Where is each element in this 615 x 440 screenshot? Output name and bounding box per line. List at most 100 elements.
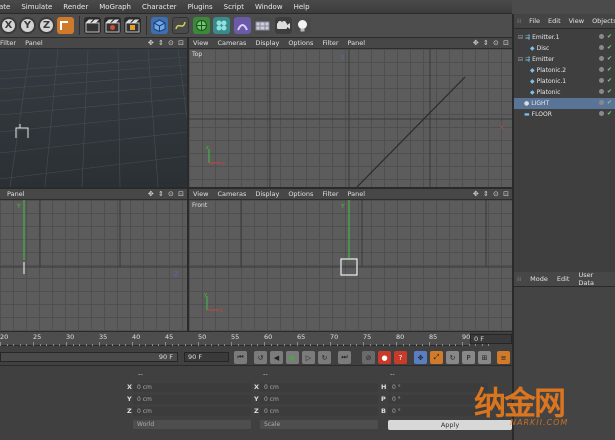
cube-primitive-icon[interactable] [151, 17, 168, 34]
om-menu-view[interactable]: View [569, 17, 584, 25]
front-menu-panel[interactable]: Panel [348, 190, 366, 198]
z-axis-lock-button[interactable]: Z [38, 17, 55, 34]
go-to-end-button[interactable]: ⏭ [338, 351, 351, 364]
top-menu-panel[interactable]: Panel [348, 39, 366, 47]
spline-pen-icon[interactable] [172, 17, 189, 34]
expand-toggle-icon[interactable]: ⊟ [518, 56, 523, 63]
size-x-field[interactable]: 0 cm [260, 383, 378, 392]
object-row-emitter[interactable]: ⊟ ⇶ Emitter ✔ [514, 54, 615, 65]
viewport-navigation-icons[interactable]: ✥ ⇕ ⊙ ⊡ [148, 39, 185, 47]
pos-y-field[interactable]: 0 cm [133, 395, 251, 404]
top-menu-view[interactable]: View [193, 39, 208, 47]
pos-z-field[interactable]: 0 cm [133, 407, 251, 416]
top-menu-display[interactable]: Display [255, 39, 279, 47]
record-position-button[interactable]: ✥ [414, 351, 427, 364]
front-menu-options[interactable]: Options [288, 190, 313, 198]
front-menu-view[interactable]: View [193, 190, 208, 198]
viewport-navigation-icons[interactable]: ✥ ⇕ ⊙ ⊡ [473, 39, 510, 47]
object-visibility-toggles[interactable]: ✔ [599, 78, 612, 84]
panel-grip-icon[interactable]: ⁞⁞ [517, 275, 521, 283]
perspective-viewport[interactable]: Filter Panel ✥ ⇕ ⊙ ⊡ [0, 38, 187, 187]
top-menu-cameras[interactable]: Cameras [217, 39, 246, 47]
render-picture-viewer-icon[interactable] [104, 17, 121, 34]
next-key-button[interactable]: ↻ [318, 351, 331, 364]
timeline-menu-button[interactable]: ≡ [497, 351, 510, 364]
x-axis-lock-button[interactable]: X [0, 17, 17, 34]
object-row-floor[interactable]: ▬ FLOOR ✔ [514, 109, 615, 120]
size-mode-dropdown[interactable]: Scale [260, 420, 378, 429]
menu-character[interactable]: Character [142, 3, 177, 11]
top-menu-options[interactable]: Options [288, 39, 313, 47]
record-active-objects-button[interactable]: ● [378, 351, 391, 364]
perspective-menu-panel[interactable]: Panel [25, 39, 43, 47]
am-menu-user-data[interactable]: User Data [578, 271, 606, 287]
record-scale-button[interactable]: ⤢ [430, 351, 443, 364]
render-view-icon[interactable] [84, 17, 101, 34]
object-row-platonic-1[interactable]: ◆ Platonic.1 ✔ [514, 76, 615, 87]
keyframe-selection-button[interactable]: ⊘ [362, 351, 375, 364]
nurbs-icon[interactable] [193, 17, 210, 34]
perspective-menu-filter[interactable]: Filter [0, 39, 16, 47]
perspective-view-canvas[interactable] [0, 49, 187, 187]
preview-range-slider[interactable]: 90 F [0, 352, 178, 362]
light-bulb-icon[interactable] [294, 17, 311, 34]
play-button[interactable]: ▶ [286, 351, 299, 364]
menu-edit[interactable]: ate [0, 3, 10, 11]
object-visibility-toggles[interactable]: ✔ [599, 100, 612, 106]
menu-render[interactable]: Render [63, 3, 88, 11]
expand-toggle-icon[interactable]: ⊟ [518, 34, 523, 41]
object-visibility-toggles[interactable]: ✔ [599, 89, 612, 95]
array-icon[interactable] [213, 17, 230, 34]
size-z-field[interactable]: 0 cm [260, 407, 378, 416]
menu-script[interactable]: Script [224, 3, 244, 11]
top-menu-filter[interactable]: Filter [322, 39, 338, 47]
viewport-navigation-icons[interactable]: ✥ ⇕ ⊙ ⊡ [148, 190, 185, 198]
object-visibility-toggles[interactable]: ✔ [599, 34, 612, 40]
menu-mograph[interactable]: MoGraph [99, 3, 131, 11]
object-row-platonic[interactable]: ◆ Platonic ✔ [514, 87, 615, 98]
om-menu-edit[interactable]: Edit [548, 17, 561, 25]
right-viewport[interactable]: Panel ✥ ⇕ ⊙ ⊡ Y Z [0, 187, 187, 331]
om-menu-file[interactable]: File [529, 17, 540, 25]
am-menu-mode[interactable]: Mode [530, 275, 548, 283]
floor-scene-icon[interactable] [254, 17, 271, 34]
world-coordinates-icon[interactable] [57, 17, 74, 34]
front-menu-cameras[interactable]: Cameras [217, 190, 246, 198]
render-settings-icon[interactable] [124, 17, 141, 34]
camera-icon[interactable] [275, 17, 292, 34]
object-visibility-toggles[interactable]: ✔ [599, 45, 612, 51]
object-row-disc[interactable]: ◆ Disc ✔ [514, 43, 615, 54]
coordinate-system-dropdown[interactable]: World [133, 420, 251, 429]
object-visibility-toggles[interactable]: ✔ [599, 67, 612, 73]
top-viewport[interactable]: View Cameras Display Options Filter Pane… [187, 38, 512, 187]
object-row-platonic-2[interactable]: ◆ Platonic.2 ✔ [514, 65, 615, 76]
y-axis-lock-button[interactable]: Y [19, 17, 36, 34]
top-view-canvas[interactable]: z x z x [189, 49, 512, 187]
timeline-ruler[interactable]: 20 25 30 35 40 45 50 55 60 65 70 75 80 85 90 [0, 332, 490, 346]
previous-frame-button[interactable]: ◀ [270, 351, 283, 364]
pos-x-field[interactable]: 0 cm [133, 383, 251, 392]
panel-grip-icon[interactable]: ⁞⁞ [517, 17, 521, 25]
front-menu-filter[interactable]: Filter [322, 190, 338, 198]
end-frame-field[interactable]: 90 F [184, 352, 229, 362]
right-menu-panel[interactable]: Panel [7, 190, 25, 198]
size-y-field[interactable]: 0 cm [260, 395, 378, 404]
front-menu-display[interactable]: Display [255, 190, 279, 198]
menu-simulate[interactable]: Simulate [21, 3, 52, 11]
object-row-light[interactable]: ● LIGHT ✔ [514, 98, 615, 109]
next-frame-button[interactable]: ▷ [302, 351, 315, 364]
current-frame-field[interactable]: 0 F [470, 334, 512, 344]
go-to-start-button[interactable]: ⏮ [234, 351, 247, 364]
object-visibility-toggles[interactable]: ✔ [599, 111, 612, 117]
menu-help[interactable]: Help [294, 3, 310, 11]
right-view-canvas[interactable]: Y Z [0, 200, 187, 331]
viewport-navigation-icons[interactable]: ✥ ⇕ ⊙ ⊡ [473, 190, 510, 198]
previous-key-button[interactable]: ↺ [254, 351, 267, 364]
om-menu-objects[interactable]: Objects [592, 17, 615, 25]
menu-window[interactable]: Window [255, 3, 283, 11]
object-row-emitter-1[interactable]: ⊟ ⇶ Emitter.1 ✔ [514, 32, 615, 43]
deformer-icon[interactable] [234, 17, 251, 34]
record-parameter-button[interactable]: P [462, 351, 475, 364]
object-visibility-toggles[interactable]: ✔ [599, 56, 612, 62]
am-menu-edit[interactable]: Edit [557, 275, 570, 283]
